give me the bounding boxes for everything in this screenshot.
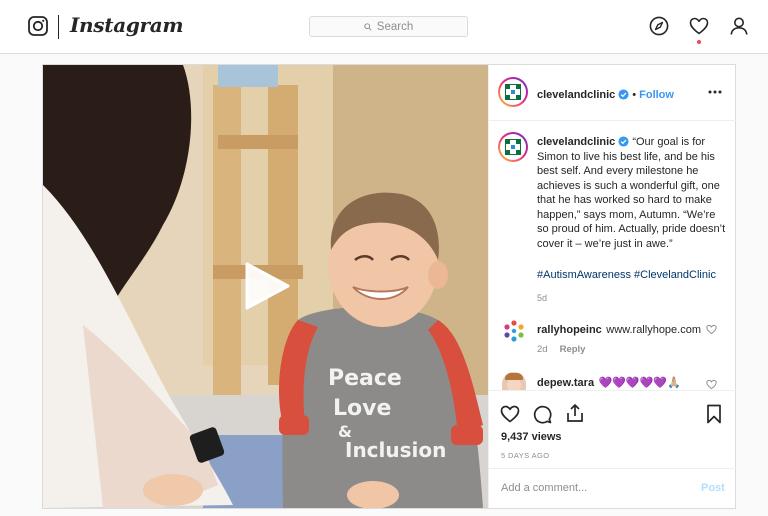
- activity-heart-icon[interactable]: [689, 16, 709, 36]
- top-navigation-bar: Instagram Search: [0, 0, 768, 54]
- profile-icon[interactable]: [729, 16, 749, 36]
- comment-text: www.rallyhope.com: [606, 324, 702, 336]
- search-placeholder: Search: [376, 20, 414, 33]
- reply-button[interactable]: Reply: [560, 344, 586, 355]
- comment-username[interactable]: rallyhopeinc: [537, 324, 602, 336]
- comment-rallyhope: rallyhopeinc www.rallyhope.com: [537, 320, 701, 338]
- comment-text: 💜💜💜💜💜🙏🏼: [598, 377, 681, 389]
- post-header: clevelandclinic • Follow: [489, 65, 736, 121]
- cleveland-clinic-logo-icon: [505, 139, 521, 155]
- cleveland-clinic-logo-icon: [505, 84, 521, 100]
- author-avatar[interactable]: [498, 77, 528, 107]
- header-separator: •: [632, 89, 637, 101]
- comment-username[interactable]: depew.tara: [537, 377, 594, 389]
- save-bookmark-icon[interactable]: [706, 404, 722, 424]
- caption-text: “Our goal is for Simon to live his best …: [537, 136, 726, 250]
- logo-divider: [58, 15, 59, 39]
- notification-dot: [697, 40, 701, 44]
- comment-like-heart-icon[interactable]: [706, 379, 717, 390]
- comment-age: 2d: [537, 344, 548, 355]
- add-comment-input[interactable]: Add a comment...: [501, 482, 587, 494]
- add-comment-bar: Add a comment... Post: [489, 468, 736, 508]
- depew-avatar[interactable]: [502, 372, 526, 390]
- search-icon: [364, 22, 372, 31]
- comment-like-heart-icon[interactable]: [706, 324, 717, 335]
- post-actions: 9,437 views 5 DAYS AGO Add a comment... …: [489, 390, 736, 508]
- follow-button[interactable]: Follow: [639, 89, 674, 101]
- author-username[interactable]: clevelandclinic: [537, 89, 615, 101]
- shirt-text-love: Love: [333, 396, 391, 421]
- comment-meta: 2d Reply: [537, 344, 585, 355]
- caption-avatar[interactable]: [498, 132, 528, 162]
- caption-age: 5d: [537, 293, 548, 303]
- view-count[interactable]: 9,437 views: [501, 431, 562, 443]
- post-comment-button[interactable]: Post: [701, 482, 725, 494]
- verified-badge-icon: [618, 89, 629, 100]
- post-side-panel: clevelandclinic • Follow clevelandclinic “…: [488, 65, 736, 508]
- like-heart-icon[interactable]: [500, 404, 520, 424]
- instagram-glyph-icon[interactable]: [28, 16, 48, 36]
- more-options-icon[interactable]: [708, 90, 722, 94]
- search-box[interactable]: Search: [309, 16, 468, 37]
- caption-hashtags[interactable]: #AutismAwareness #ClevelandClinic: [537, 269, 716, 281]
- comment-depew: depew.tara 💜💜💜💜💜🙏🏼: [537, 373, 681, 391]
- shirt-text-peace: Peace: [328, 366, 402, 391]
- comment-icon[interactable]: [532, 404, 552, 424]
- caption-username[interactable]: clevelandclinic: [537, 136, 615, 148]
- explore-compass-icon[interactable]: [649, 16, 669, 36]
- share-icon[interactable]: [565, 403, 585, 423]
- verified-badge-icon: [618, 136, 629, 147]
- rallyhope-avatar[interactable]: [502, 319, 526, 343]
- post-header-line: clevelandclinic • Follow: [537, 85, 674, 103]
- post-caption: clevelandclinic “Our goal is for Simon t…: [537, 135, 727, 251]
- post-video[interactable]: Peace Love & Inclusion: [43, 65, 488, 508]
- instagram-wordmark[interactable]: Instagram: [70, 13, 184, 37]
- shirt-text-inclusion: Inclusion: [345, 438, 446, 462]
- post-card: Peace Love & Inclusion clevelandclinic •…: [42, 64, 736, 509]
- play-icon[interactable]: [243, 261, 291, 311]
- post-date: 5 DAYS AGO: [501, 451, 550, 460]
